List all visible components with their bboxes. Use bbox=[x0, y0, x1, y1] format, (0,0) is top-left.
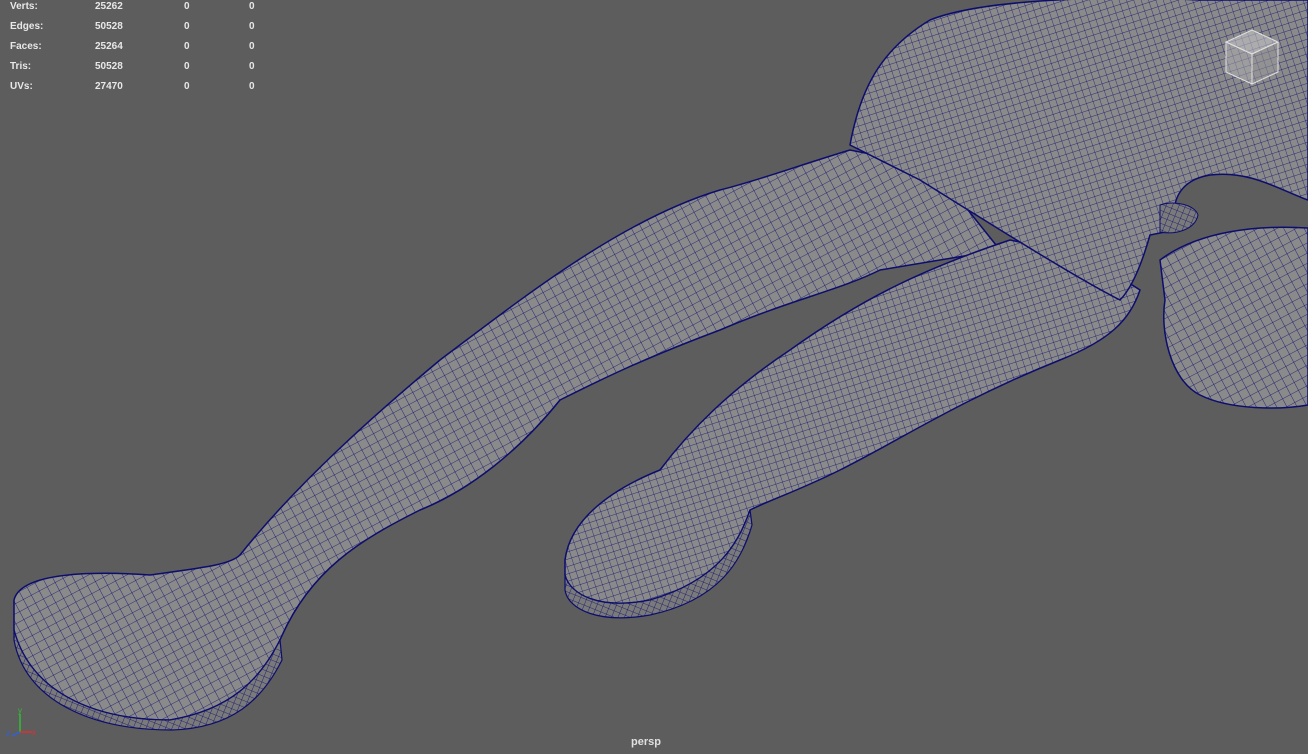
hud-row-tris: Tris: 50528 0 0 bbox=[0, 61, 270, 75]
z-axis-label: z bbox=[6, 729, 10, 738]
hud-label: Verts: bbox=[10, 1, 38, 12]
hud-label: Faces: bbox=[10, 41, 42, 52]
hud-row-edges: Edges: 50528 0 0 bbox=[0, 21, 270, 35]
hud-value: 0 bbox=[184, 1, 190, 12]
hud-value: 50528 bbox=[95, 21, 123, 32]
z-axis-line bbox=[11, 731, 21, 737]
hud-value: 50528 bbox=[95, 61, 123, 72]
hud-value: 0 bbox=[184, 21, 190, 32]
hud-value: 0 bbox=[249, 21, 255, 32]
axis-gizmo-icon: y x z bbox=[6, 706, 36, 738]
x-axis-label: x bbox=[32, 728, 36, 737]
y-axis-label: y bbox=[18, 706, 22, 715]
hud-row-uvs: UVs: 27470 0 0 bbox=[0, 81, 270, 95]
camera-name-label: persp bbox=[631, 736, 661, 748]
view-cube-icon[interactable] bbox=[1216, 22, 1288, 94]
hud-value: 0 bbox=[184, 41, 190, 52]
hud-value: 0 bbox=[249, 81, 255, 92]
viewport-canvas[interactable] bbox=[0, 0, 1308, 754]
hud-value: 27470 bbox=[95, 81, 123, 92]
hud-label: UVs: bbox=[10, 81, 33, 92]
hud-value: 0 bbox=[249, 41, 255, 52]
hud-value: 25264 bbox=[95, 41, 123, 52]
hud-value: 0 bbox=[184, 81, 190, 92]
hud-value: 0 bbox=[249, 1, 255, 12]
hud-value: 25262 bbox=[95, 1, 123, 12]
hud-value: 0 bbox=[184, 61, 190, 72]
hud-label: Tris: bbox=[10, 61, 32, 72]
hud-row-verts: Verts: 25262 0 0 bbox=[0, 1, 270, 15]
hud-value: 0 bbox=[249, 61, 255, 72]
hud-row-faces: Faces: 25264 0 0 bbox=[0, 41, 270, 55]
hud-label: Edges: bbox=[10, 21, 44, 32]
